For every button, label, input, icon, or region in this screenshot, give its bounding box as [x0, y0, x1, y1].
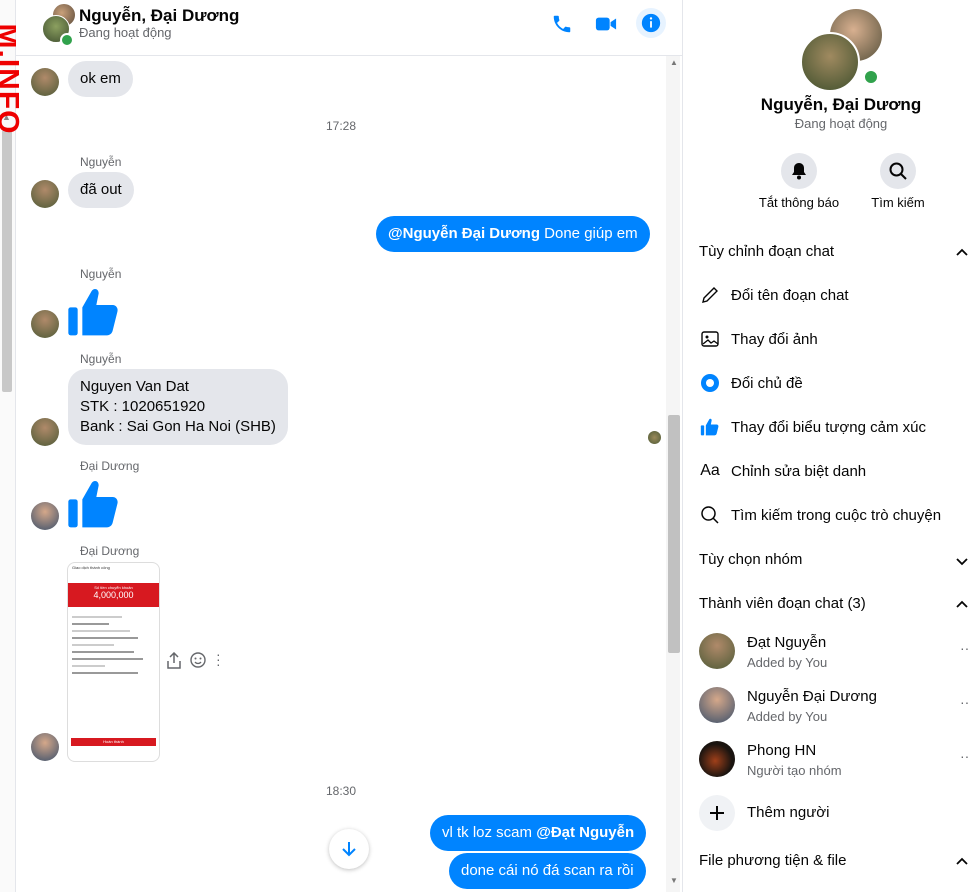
member-name[interactable]: Phong HN — [747, 742, 816, 759]
emoji-icon[interactable] — [190, 652, 206, 668]
messages-scrollbar-thumb[interactable] — [668, 415, 680, 653]
like-icon[interactable] — [66, 476, 122, 532]
sender-name: Nguyễn — [80, 267, 122, 281]
sender-avatar[interactable] — [31, 733, 59, 761]
sender-name: Nguyễn — [80, 155, 122, 169]
chat-header: Nguyễn, Đại Dương Đang hoạt động — [16, 0, 682, 56]
like-icon — [699, 416, 721, 438]
theme-icon — [699, 372, 721, 394]
chat-title[interactable]: Nguyễn, Đại Dương — [79, 6, 239, 26]
chevron-up-icon[interactable] — [954, 245, 970, 261]
member-avatar[interactable] — [699, 741, 735, 777]
add-people-label[interactable]: Thêm người — [747, 804, 829, 821]
member-role: Người tạo nhóm — [747, 763, 842, 778]
info-button[interactable] — [636, 8, 666, 38]
chevron-up-icon[interactable] — [954, 854, 970, 870]
receipt-amount-box: Số tiền chuyển khoản 4,000,000 — [68, 583, 159, 607]
sender-name: Nguyễn — [80, 352, 122, 366]
section-media[interactable]: File phương tiện & file — [699, 852, 846, 869]
add-people-button[interactable] — [699, 795, 735, 831]
mute-action[interactable]: Tắt thông báo — [749, 153, 849, 210]
sender-avatar[interactable] — [31, 310, 59, 338]
section-members[interactable]: Thành viên đoạn chat (3) — [699, 595, 866, 612]
more-icon[interactable]: ·· — [960, 748, 969, 764]
online-dot — [60, 33, 74, 47]
like-icon[interactable] — [66, 284, 122, 340]
search-icon — [699, 504, 721, 526]
scroll-to-bottom-button[interactable] — [329, 829, 369, 869]
member-name[interactable]: Đạt Nguyễn — [747, 634, 826, 651]
plus-icon — [710, 806, 724, 820]
sender-avatar[interactable] — [31, 68, 59, 96]
bell-icon — [792, 163, 806, 180]
change-photo-item[interactable]: Thay đổi ảnh — [731, 331, 818, 348]
member-role: Added by You — [747, 709, 828, 724]
message-bubble[interactable]: Nguyen Van Dat STK : 1020651920 Bank : S… — [68, 369, 288, 445]
sender-avatar[interactable] — [31, 502, 59, 530]
mute-button[interactable] — [781, 153, 817, 189]
left-scrollbar-thumb[interactable] — [2, 130, 12, 392]
panel-status: Đang hoạt động — [794, 116, 888, 131]
message-list[interactable]: ok em 17:28 Nguyễn đã out @Nguyễn Đại Dư… — [16, 56, 666, 892]
more-icon[interactable]: ·· — [960, 694, 969, 710]
chat-status: Đang hoạt động — [79, 25, 172, 40]
section-group-options[interactable]: Tùy chọn nhóm — [699, 551, 802, 568]
sender-name: Đại Dương — [80, 544, 140, 558]
chevron-up-icon[interactable] — [954, 597, 970, 613]
video-call-button[interactable] — [592, 10, 620, 38]
scroll-down-icon[interactable]: ▼ — [670, 876, 678, 885]
change-emoji-item[interactable]: Thay đổi biểu tượng cảm xúc — [731, 419, 926, 436]
share-icon[interactable] — [166, 652, 182, 670]
arrow-down-icon — [342, 842, 356, 857]
info-icon — [641, 13, 661, 33]
more-icon[interactable]: ·· — [960, 640, 969, 656]
search-icon — [889, 162, 907, 180]
scroll-up-icon[interactable]: ▲ — [670, 58, 678, 67]
timestamp: 17:28 — [325, 119, 357, 133]
timestamp: 18:30 — [325, 784, 357, 798]
sender-avatar[interactable] — [31, 180, 59, 208]
receipt-details — [68, 607, 159, 683]
member-avatar[interactable] — [699, 687, 735, 723]
panel-divider — [682, 0, 683, 892]
search-button[interactable] — [880, 153, 916, 189]
voice-call-button[interactable] — [548, 10, 576, 38]
section-customize[interactable]: Tùy chỉnh đoạn chat — [699, 243, 834, 260]
sender-avatar[interactable] — [31, 418, 59, 446]
online-dot — [863, 69, 879, 85]
group-photo[interactable] — [800, 5, 885, 92]
video-icon — [595, 17, 617, 31]
group-avatar[interactable] — [30, 3, 76, 47]
sender-name: Đại Dương — [80, 459, 140, 473]
edit-nicknames-item[interactable]: Chỉnh sửa biệt danh — [731, 463, 866, 480]
message-bubble-outgoing[interactable]: vl tk loz scam @Đạt Nguyễn — [430, 815, 647, 851]
phone-icon — [553, 15, 571, 33]
change-theme-item[interactable]: Đổi chủ đề — [731, 375, 803, 392]
receipt-image[interactable]: Giao dịch thành công Số tiền chuyển khoả… — [67, 562, 160, 762]
member-role: Added by You — [747, 655, 828, 670]
mention[interactable]: @Nguyễn Đại Dương — [388, 225, 540, 242]
more-icon[interactable]: · · · — [216, 647, 221, 671]
message-bubble[interactable]: ok em — [68, 61, 133, 97]
image-icon — [699, 328, 721, 350]
panel-name: Nguyễn, Đại Dương — [760, 95, 922, 114]
read-receipt-avatar — [648, 431, 661, 444]
search-action[interactable]: Tìm kiếm — [848, 153, 948, 210]
message-bubble-outgoing[interactable]: @Nguyễn Đại Dương Done giúp em — [376, 216, 650, 252]
message-bubble-outgoing[interactable]: done cái nó đá scan ra rồi — [449, 853, 646, 889]
mention[interactable]: @Đạt Nguyễn — [536, 824, 634, 841]
chevron-down-icon[interactable] — [954, 553, 970, 569]
member-avatar[interactable] — [699, 633, 735, 669]
member-name[interactable]: Nguyễn Đại Dương — [747, 688, 877, 705]
message-bubble[interactable]: đã out — [68, 172, 134, 208]
rename-chat-item[interactable]: Đổi tên đoạn chat — [731, 287, 849, 304]
search-conversation-item[interactable]: Tìm kiếm trong cuộc trò chuyện — [731, 507, 941, 524]
text-icon: Aa — [700, 462, 720, 479]
pencil-icon — [699, 284, 721, 306]
